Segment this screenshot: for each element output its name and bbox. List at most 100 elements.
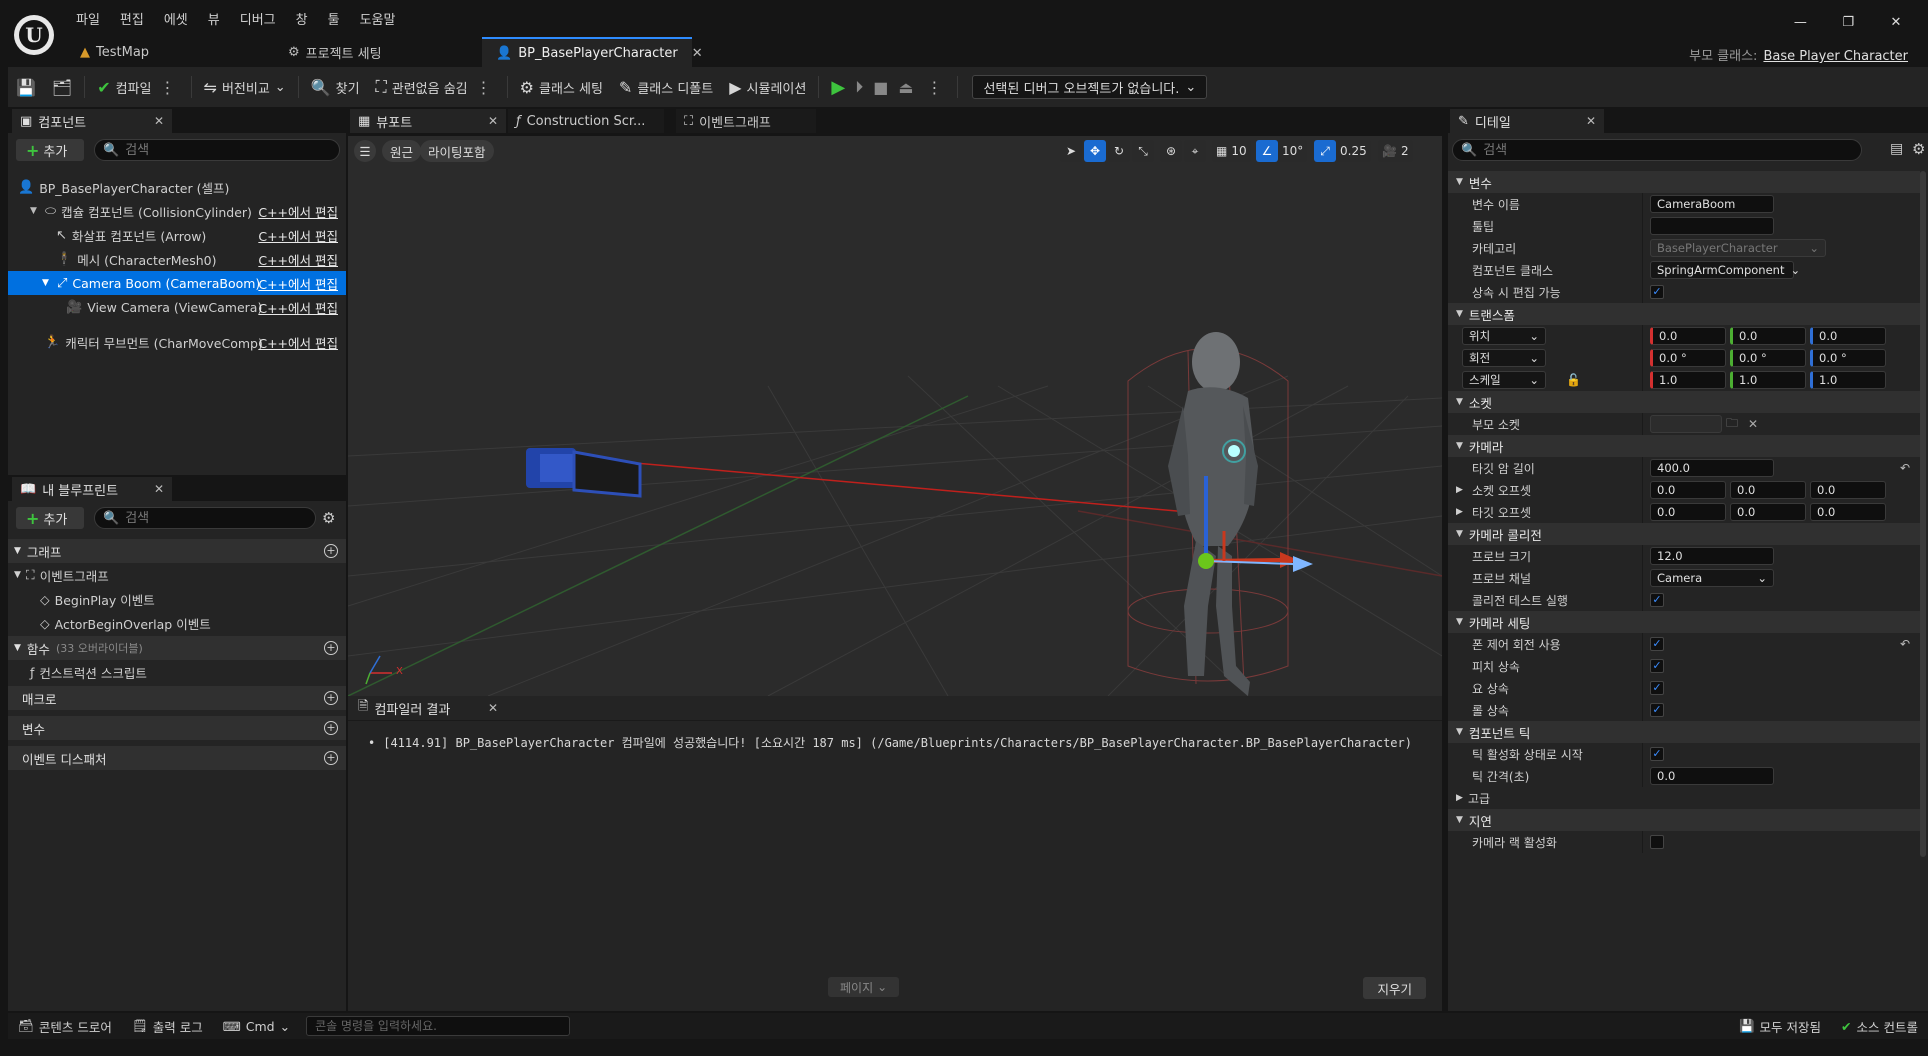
component-view-camera[interactable]: 🎥 View Camera (ViewCamera) C++에서 편집 <box>8 295 346 319</box>
rotation-snap-toggle[interactable]: ∠ <box>1256 140 1278 162</box>
menu-file[interactable]: 파일 <box>66 10 110 32</box>
section-macros[interactable]: 매크로 + <box>8 686 346 710</box>
section-functions[interactable]: ▼ 함수 (33 오버라이더블) + <box>8 636 346 660</box>
socket-offset-z[interactable]: 0.0 <box>1810 481 1886 499</box>
lock-icon[interactable]: 🔓 <box>1566 373 1581 387</box>
lighting-mode-button[interactable]: 라이팅포함 <box>420 140 494 162</box>
location-x[interactable]: 0.0 <box>1650 327 1726 345</box>
rotation-z[interactable]: 0.0 ° <box>1810 349 1886 367</box>
browse-socket-icon[interactable]: 🗀 <box>1726 414 1738 435</box>
scale-select[interactable]: 스케일 ⌄ <box>1462 371 1546 389</box>
section-lag[interactable]: ▼ 지연 <box>1448 809 1920 831</box>
probe-size-field[interactable]: 12.0 <box>1650 547 1774 565</box>
details-search-input[interactable] <box>1483 142 1861 158</box>
scale-y[interactable]: 1.0 <box>1730 371 1806 389</box>
tab-project-settings[interactable]: ⚙ 프로젝트 세팅 <box>274 37 482 67</box>
edit-in-cpp-link[interactable]: C++에서 편집 <box>258 202 338 221</box>
class-settings-button[interactable]: ⚙ 클래스 세팅 <box>512 67 611 107</box>
target-offset-y[interactable]: 0.0 <box>1730 503 1806 521</box>
rotate-mode-button[interactable]: ↻ <box>1108 140 1130 162</box>
socket-offset-x[interactable]: 0.0 <box>1650 481 1726 499</box>
my-blueprint-tab[interactable]: 📖 내 블루프린트 ✕ <box>12 477 172 501</box>
inherit-pitch-checkbox[interactable]: ✓ <box>1650 659 1664 673</box>
compile-options-icon[interactable]: ⋮ <box>157 78 179 97</box>
event-item-beginplay[interactable]: ◇ BeginPlay 이벤트 <box>8 587 346 611</box>
components-search[interactable]: 🔍 <box>94 139 340 161</box>
tab-blueprint[interactable]: 👤 BP_BasePlayerCharacter ✕ <box>482 37 703 67</box>
tick-interval-field[interactable]: 0.0 <box>1650 767 1774 785</box>
variable-name-field[interactable]: CameraBoom <box>1650 195 1774 213</box>
gear-icon[interactable]: ⚙ <box>322 509 335 527</box>
components-search-input[interactable] <box>125 142 339 158</box>
menu-tools[interactable]: 툴 <box>318 10 350 32</box>
browse-button[interactable]: 🗂 <box>44 67 80 107</box>
edit-in-cpp-link[interactable]: C++에서 편집 <box>258 250 338 269</box>
menu-debug[interactable]: 디버그 <box>230 10 286 32</box>
maximize-icon[interactable]: ❐ <box>1826 15 1870 30</box>
play-options-icon[interactable]: ⋮ <box>923 78 945 97</box>
tab-viewport[interactable]: ▦ 뷰포트 ✕ <box>350 109 506 133</box>
component-mesh[interactable]: 🕴 메시 (CharacterMesh0) C++에서 편집 <box>8 247 346 271</box>
add-function-icon[interactable]: + <box>324 641 338 655</box>
target-arm-length-field[interactable]: 400.0 <box>1650 459 1774 477</box>
edit-in-cpp-link[interactable]: C++에서 편집 <box>258 226 338 245</box>
blueprint-search-input[interactable] <box>125 510 315 526</box>
component-char-move[interactable]: 🏃 캐릭터 무브먼트 (CharMoveComp) C++에서 편집 <box>8 330 346 354</box>
clear-button[interactable]: 지우기 <box>1363 977 1426 999</box>
gear-icon[interactable]: ⚙ <box>1912 140 1925 158</box>
select-mode-button[interactable]: ➤ <box>1060 140 1082 162</box>
component-camera-boom[interactable]: ▼ ⤢ Camera Boom (CameraBoom) C++에서 편집 <box>8 271 346 295</box>
rotation-y[interactable]: 0.0 ° <box>1730 349 1806 367</box>
menu-window[interactable]: 창 <box>286 10 318 32</box>
parent-socket-field[interactable] <box>1650 415 1722 433</box>
menu-help[interactable]: 도움말 <box>350 10 406 32</box>
content-drawer-button[interactable]: 🗃 콘텐츠 드로어 <box>8 1017 122 1036</box>
menu-view[interactable]: 뷰 <box>198 10 230 32</box>
close-icon[interactable]: ✕ <box>488 114 498 128</box>
close-tab-icon[interactable]: ✕ <box>692 46 703 61</box>
tab-testmap[interactable]: ▲ TestMap <box>66 37 274 67</box>
edit-in-cpp-link[interactable]: C++에서 편집 <box>258 333 338 352</box>
event-graph-item[interactable]: ▼ ⛶ 이벤트그래프 <box>8 563 346 587</box>
add-variable-icon[interactable]: + <box>324 721 338 735</box>
add-graph-icon[interactable]: + <box>324 544 338 558</box>
edit-in-cpp-link[interactable]: C++에서 편집 <box>258 298 338 317</box>
location-y[interactable]: 0.0 <box>1730 327 1806 345</box>
add-dispatcher-icon[interactable]: + <box>324 751 338 765</box>
parent-class-link[interactable]: Base Player Character <box>1763 49 1908 64</box>
add-member-button[interactable]: + 추가 <box>16 507 84 529</box>
section-transform[interactable]: ▼ 트랜스폼 <box>1448 303 1920 325</box>
close-icon[interactable]: ✕ <box>154 114 164 128</box>
blueprint-search[interactable]: 🔍 <box>94 507 316 529</box>
inherit-yaw-checkbox[interactable]: ✓ <box>1650 681 1664 695</box>
location-select[interactable]: 위치 ⌄ <box>1462 327 1546 345</box>
editable-on-inherit-checkbox[interactable]: ✓ <box>1650 285 1664 299</box>
close-icon[interactable]: ✕ <box>488 701 498 715</box>
section-variable[interactable]: ▼ 변수 <box>1448 171 1920 193</box>
rotation-select[interactable]: 회전 ⌄ <box>1462 349 1546 367</box>
edit-in-cpp-link[interactable]: C++에서 편집 <box>258 274 338 293</box>
compiler-results-tab[interactable]: 🗎 컴파일러 결과 ✕ <box>350 696 506 720</box>
debug-object-select[interactable]: 선택된 디버그 오브젝트가 없습니다. ⌄ <box>972 75 1208 99</box>
table-view-icon[interactable]: ▤ <box>1890 141 1903 157</box>
more-options-icon[interactable]: ⋮ <box>473 78 495 97</box>
close-icon[interactable]: ✕ <box>1586 114 1596 128</box>
find-button[interactable]: 🔍 찾기 <box>303 67 368 107</box>
close-window-icon[interactable]: ✕ <box>1874 15 1918 30</box>
components-tab[interactable]: ▣ 컴포넌트 ✕ <box>12 109 172 133</box>
component-arrow[interactable]: ↖ 화살표 컴포넌트 (Arrow) C++에서 편집 <box>8 223 346 247</box>
rotation-x[interactable]: 0.0 ° <box>1650 349 1726 367</box>
component-class-select[interactable]: SpringArmComponent ⌄ <box>1650 261 1800 279</box>
probe-channel-select[interactable]: Camera ⌄ <box>1650 569 1774 587</box>
event-item-overlap[interactable]: ◇ ActorBeginOverlap 이벤트 <box>8 611 346 635</box>
component-root[interactable]: 👤 BP_BasePlayerCharacter (셀프) <box>8 175 346 199</box>
perspective-button[interactable]: 원근 <box>382 140 422 162</box>
menu-edit[interactable]: 편집 <box>110 10 154 32</box>
diff-button[interactable]: ⇋ 버전비교 ⌄ <box>196 67 294 107</box>
add-component-button[interactable]: + 추가 <box>16 139 84 161</box>
save-button[interactable]: 💾 <box>8 67 44 107</box>
source-control-button[interactable]: ✔ 소스 컨트롤 <box>1831 1017 1928 1036</box>
scale-snap-value[interactable]: 0.25 <box>1336 140 1371 162</box>
surface-snap-button[interactable]: ⌖ <box>1184 140 1206 162</box>
section-camera-collision[interactable]: ▼ 카메라 콜리전 <box>1448 523 1920 545</box>
